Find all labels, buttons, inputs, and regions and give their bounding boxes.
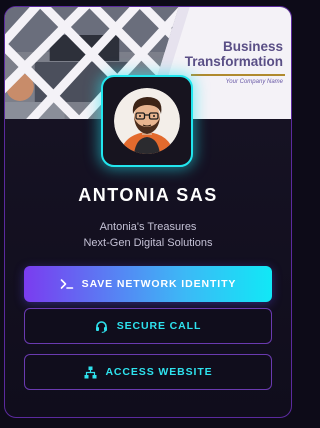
banner-title-line1: Business — [222, 39, 283, 54]
headset-icon — [95, 319, 109, 333]
secure-call-button[interactable]: SECURE CALL — [24, 308, 272, 344]
profile-card: Business Transformation Your Company Nam… — [4, 6, 292, 418]
terminal-icon — [60, 277, 74, 291]
avatar-frame — [101, 75, 193, 167]
profile-name: ANTONIA SAS — [78, 185, 218, 205]
banner-divider — [191, 74, 285, 76]
access-website-button[interactable]: ACCESS WEBSITE — [24, 354, 272, 390]
banner-title: Business Transformation — [185, 39, 283, 69]
banner-company-name: Your Company Name — [225, 79, 283, 85]
network-icon — [83, 365, 97, 379]
profile-tagline: Next-Gen Digital Solutions — [83, 237, 213, 249]
banner-title-line2: Transformation — [184, 54, 283, 69]
access-website-label: ACCESS WEBSITE — [105, 366, 213, 378]
avatar-illustration — [114, 88, 180, 154]
save-network-identity-button[interactable]: SAVE NETWORK IDENTITY — [24, 266, 272, 302]
secure-call-label: SECURE CALL — [116, 320, 202, 332]
save-network-identity-label: SAVE NETWORK IDENTITY — [81, 278, 237, 290]
avatar — [114, 88, 180, 154]
profile-company: Antonia's Treasures — [99, 221, 197, 233]
